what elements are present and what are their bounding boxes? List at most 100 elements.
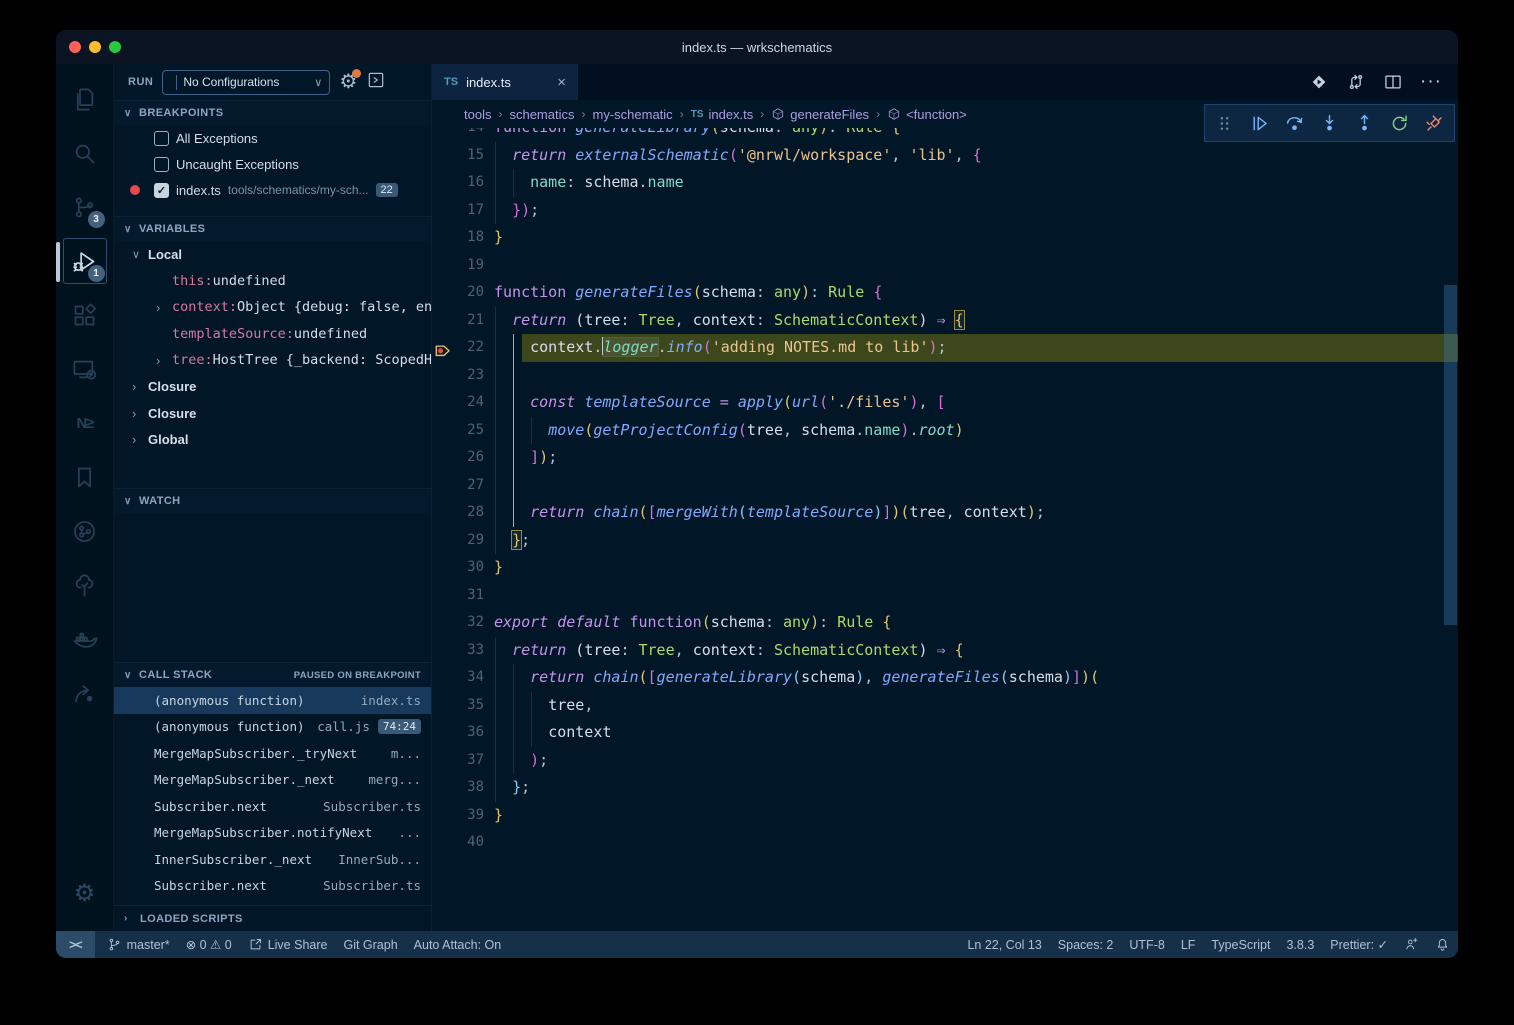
restart-button[interactable] — [1382, 106, 1417, 140]
status-git-branch[interactable]: master* — [99, 931, 178, 958]
status-indentation[interactable]: Spaces: 2 — [1050, 931, 1122, 958]
open-changes-button[interactable] — [1346, 72, 1366, 92]
loaded-scripts-header[interactable]: › LOADED SCRIPTS — [114, 905, 431, 931]
breadcrumb-item-4[interactable]: TSindex.ts — [691, 107, 754, 122]
breadcrumb-item-2[interactable]: schematics — [509, 107, 574, 122]
status-eol[interactable]: LF — [1173, 931, 1204, 958]
status-problems[interactable]: ⊗ 0 ⚠ 0 — [178, 931, 240, 958]
line-number[interactable]: 31 — [432, 582, 484, 610]
code-line[interactable]: 15 return externalSchematic('@nrwl/works… — [432, 142, 1458, 170]
close-window-button[interactable] — [69, 41, 81, 53]
code-line[interactable]: 21 return (tree: Tree, context: Schemati… — [432, 307, 1458, 335]
code-line[interactable]: 27 — [432, 472, 1458, 500]
code-line[interactable]: 23 — [432, 362, 1458, 390]
launch-configuration-dropdown[interactable]: No Configurations ∨ — [162, 70, 330, 95]
code-line[interactable]: 30} — [432, 554, 1458, 582]
call-stack-frame[interactable]: InnerSubscriber._nextInnerSub... — [114, 846, 431, 873]
call-stack-frame[interactable]: (anonymous function)call.js74:24 — [114, 714, 431, 741]
code-line[interactable]: 32export default function(schema: any): … — [432, 609, 1458, 637]
code-line[interactable]: 16 name: schema.name — [432, 169, 1458, 197]
code-line[interactable]: 37 ); — [432, 747, 1458, 775]
code-line[interactable]: 24 const templateSource = apply(url('./f… — [432, 389, 1458, 417]
configure-gear-button[interactable]: ⚙ — [339, 72, 357, 92]
sidebar-item-docker[interactable] — [61, 612, 109, 666]
variable-row[interactable]: ›tree: HostTree {_backend: ScopedH… — [114, 347, 431, 374]
tab-index-ts[interactable]: TS index.ts × — [432, 64, 578, 100]
sidebar-item-nx-console[interactable]: N≥ — [61, 396, 109, 450]
sidebar-item-source-control[interactable]: 3 — [61, 180, 109, 234]
code-line[interactable]: 38 }; — [432, 774, 1458, 802]
line-number[interactable]: 27 — [432, 472, 484, 500]
breakpoint-row[interactable]: Uncaught Exceptions — [114, 151, 431, 177]
call-stack-frame[interactable]: MergeMapSubscriber._nextmerg... — [114, 767, 431, 794]
manage-settings-button[interactable]: ⚙ — [61, 867, 109, 921]
line-number[interactable]: 19 — [432, 252, 484, 280]
status-feedback[interactable] — [1396, 931, 1427, 958]
breadcrumb-item-6[interactable]: <function> — [887, 107, 967, 122]
step-out-button[interactable] — [1347, 106, 1382, 140]
code-line[interactable]: 34 return chain([generateLibrary(schema)… — [432, 664, 1458, 692]
vertical-scrollbar[interactable] — [1444, 285, 1457, 625]
breakpoint-checkbox[interactable]: ✓ — [154, 183, 169, 198]
code-line[interactable]: 35 tree, — [432, 692, 1458, 720]
code-line[interactable]: 19 — [432, 252, 1458, 280]
code-line[interactable]: 22 context.logger.info('adding NOTES.md … — [432, 334, 1458, 362]
code-line[interactable]: 20function generateFiles(schema: any): R… — [432, 279, 1458, 307]
call-stack-frame[interactable]: (anonymous function)index.ts — [114, 687, 431, 714]
status-notifications[interactable] — [1427, 931, 1458, 958]
status-live-share[interactable]: Live Share — [240, 931, 336, 958]
variable-row[interactable]: ›context: Object {debug: false, en… — [114, 294, 431, 321]
breadcrumb-item-3[interactable]: my-schematic — [593, 107, 673, 122]
call-stack-header[interactable]: ∨ CALL STACK PAUSED ON BREAKPOINT — [114, 663, 431, 687]
sidebar-item-testing[interactable] — [61, 558, 109, 612]
open-debug-console-button[interactable] — [366, 70, 386, 95]
status-git-graph[interactable]: Git Graph — [335, 931, 405, 958]
run-or-debug-button[interactable] — [1309, 72, 1329, 92]
zoom-window-button[interactable] — [109, 41, 121, 53]
call-stack-frame[interactable]: Subscriber.nextSubscriber.ts — [114, 793, 431, 820]
sidebar-item-explorer[interactable] — [61, 72, 109, 126]
sidebar-item-remote-explorer[interactable] — [61, 342, 109, 396]
sidebar-item-extensions[interactable] — [61, 288, 109, 342]
line-number[interactable]: 40 — [432, 829, 484, 857]
sidebar-item-run-and-debug[interactable]: 1 — [61, 234, 109, 288]
watch-header[interactable]: ∨ WATCH — [114, 489, 431, 513]
status-encoding[interactable]: UTF-8 — [1121, 931, 1172, 958]
status-cursor-position[interactable]: Ln 22, Col 13 — [959, 931, 1049, 958]
breadcrumb-item-5[interactable]: generateFiles — [771, 107, 869, 122]
status-remote-indicator[interactable]: >< — [56, 931, 95, 958]
minimize-window-button[interactable] — [89, 41, 101, 53]
close-tab-icon[interactable]: × — [557, 74, 566, 91]
variable-row[interactable]: this: undefined — [114, 268, 431, 295]
code-line[interactable]: 40 — [432, 829, 1458, 857]
code-line[interactable]: 33 return (tree: Tree, context: Schemati… — [432, 637, 1458, 665]
code-line[interactable]: 39} — [432, 802, 1458, 830]
breakpoint-checkbox[interactable] — [154, 157, 169, 172]
code-line[interactable]: 25 move(getProjectConfig(tree, schema.na… — [432, 417, 1458, 445]
sidebar-item-search[interactable] — [61, 126, 109, 180]
variable-row[interactable]: templateSource: undefined — [114, 321, 431, 348]
variable-row[interactable]: ›Global — [114, 427, 431, 454]
drag-handle[interactable] — [1207, 106, 1242, 140]
line-number[interactable]: 23 — [432, 362, 484, 390]
call-stack-frame[interactable]: Subscriber.nextSubscriber.ts — [114, 873, 431, 900]
call-stack-frame[interactable]: MergeMapSubscriber.notifyNext... — [114, 820, 431, 847]
status-language-mode[interactable]: TypeScript — [1203, 931, 1278, 958]
variable-row[interactable]: ∨Local — [114, 241, 431, 268]
code-line[interactable]: 17 }); — [432, 197, 1458, 225]
status-ts-version[interactable]: 3.8.3 — [1278, 931, 1322, 958]
breakpoint-row[interactable]: ✓index.tstools/schematics/my-sch...22 — [114, 177, 431, 203]
variable-row[interactable]: ›Closure — [114, 374, 431, 401]
disconnect-button[interactable] — [1417, 106, 1452, 140]
variable-row[interactable]: ›Closure — [114, 400, 431, 427]
code-line[interactable]: 29 }; — [432, 527, 1458, 555]
status-prettier[interactable]: Prettier: ✓ — [1322, 931, 1396, 958]
code-line[interactable]: 28 return chain([mergeWith(templateSourc… — [432, 499, 1458, 527]
step-into-button[interactable] — [1312, 106, 1347, 140]
breakpoints-header[interactable]: ∨ BREAKPOINTS — [114, 101, 431, 125]
sidebar-item-bookmarks[interactable] — [61, 450, 109, 504]
call-stack-frame[interactable]: MergeMapSubscriber._tryNextm... — [114, 740, 431, 767]
breakpoint-checkbox[interactable] — [154, 131, 169, 146]
more-actions-button[interactable]: ··· — [1420, 71, 1442, 93]
step-over-button[interactable] — [1277, 106, 1312, 140]
